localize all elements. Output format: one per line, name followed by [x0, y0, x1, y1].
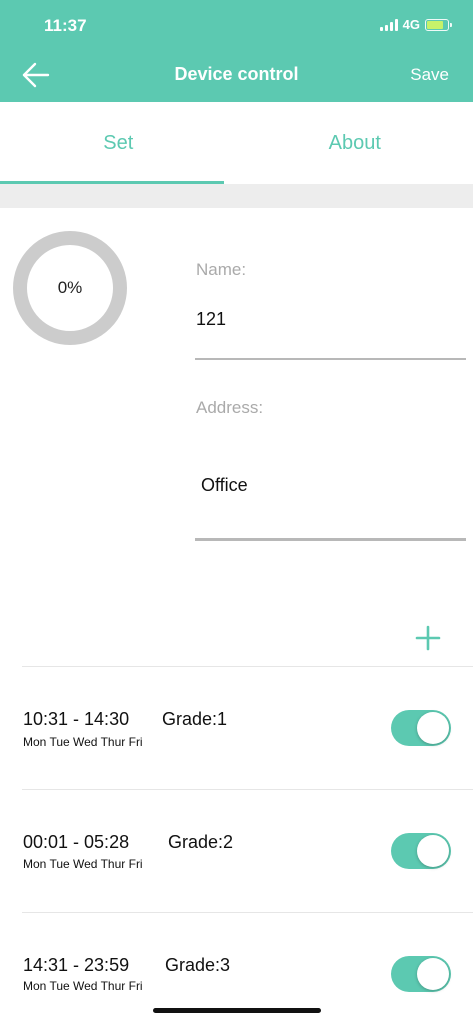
- schedule-item[interactable]: 14:31 - 23:59 Grade:3 Mon Tue Wed Thur F…: [0, 913, 473, 1008]
- tab-about[interactable]: About: [237, 102, 473, 184]
- address-field[interactable]: Office: [201, 475, 248, 496]
- schedule-grade: Grade:1: [162, 709, 228, 729]
- network-type: 4G: [402, 17, 420, 32]
- signal-icon: [379, 18, 398, 31]
- tab-set[interactable]: Set: [0, 102, 237, 184]
- save-button[interactable]: Save: [410, 65, 449, 85]
- progress-percent: 0%: [57, 278, 83, 297]
- address-field-underline: [195, 538, 466, 541]
- schedule-toggle[interactable]: [391, 833, 451, 869]
- name-field[interactable]: 121: [196, 309, 226, 330]
- toggle-knob: [417, 835, 449, 867]
- battery-charging-icon: [425, 18, 452, 31]
- toggle-knob: [417, 958, 449, 990]
- schedule-item[interactable]: 00:01 - 05:28 Grade:2 Mon Tue Wed Thur F…: [0, 790, 473, 912]
- schedule-toggle[interactable]: [391, 956, 451, 992]
- app-header: 11:37 4G Device control Save: [0, 0, 473, 102]
- schedule-grade: Grade:3: [165, 955, 231, 975]
- status-indicators: 4G: [379, 17, 452, 32]
- section-divider: [0, 184, 473, 208]
- schedule-days: Mon Tue Wed Thur Fri: [23, 857, 143, 871]
- name-field-underline: [195, 358, 466, 360]
- page-title: Device control: [174, 64, 299, 84]
- schedule-days: Mon Tue Wed Thur Fri: [23, 979, 143, 993]
- tab-bar: Set About: [0, 102, 473, 184]
- status-time: 11:37: [44, 16, 87, 35]
- schedule-days: Mon Tue Wed Thur Fri: [23, 735, 143, 749]
- schedule-time: 14:31 - 23:59: [23, 955, 130, 975]
- plus-icon[interactable]: [414, 624, 442, 652]
- schedule-grade: Grade:2: [168, 832, 234, 852]
- address-label: Address:: [196, 398, 264, 417]
- name-label: Name:: [196, 260, 247, 279]
- home-indicator: [153, 1008, 321, 1013]
- schedule-item[interactable]: 10:31 - 14:30 Grade:1 Mon Tue Wed Thur F…: [0, 667, 473, 789]
- schedule-time: 00:01 - 05:28: [23, 832, 130, 852]
- schedule-time: 10:31 - 14:30: [23, 709, 130, 729]
- schedule-toggle[interactable]: [391, 710, 451, 746]
- toggle-knob: [417, 712, 449, 744]
